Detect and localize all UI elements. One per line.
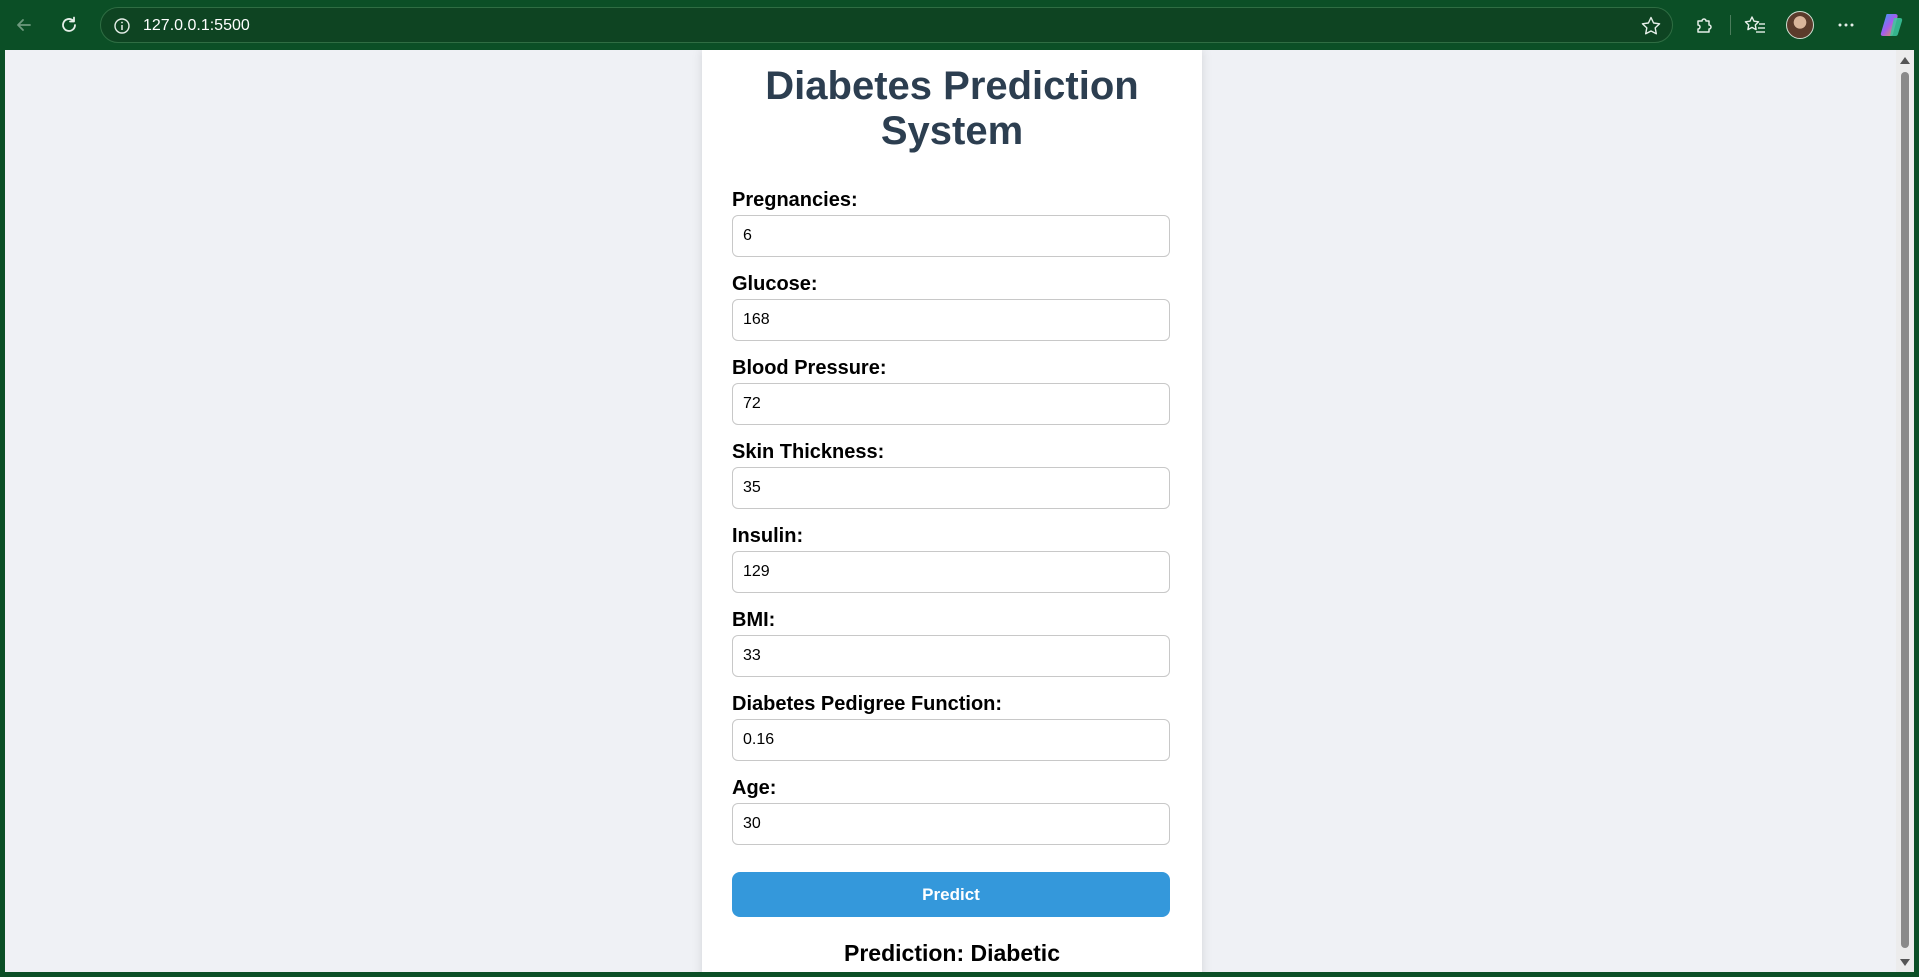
field-diabetes-pedigree-function: Diabetes Pedigree Function: xyxy=(732,692,1170,776)
back-button[interactable] xyxy=(8,9,40,41)
scrollbar-thumb[interactable] xyxy=(1901,72,1909,948)
skin-thickness-input[interactable] xyxy=(732,467,1170,509)
field-glucose: Glucose: xyxy=(732,272,1170,356)
copilot-icon[interactable] xyxy=(1878,11,1906,39)
predict-button[interactable]: Predict xyxy=(732,872,1170,917)
prediction-card: Diabetes Prediction System Pregnancies: … xyxy=(702,50,1202,972)
page-viewport: Diabetes Prediction System Pregnancies: … xyxy=(5,50,1896,972)
field-bmi: BMI: xyxy=(732,608,1170,692)
insulin-label: Insulin: xyxy=(732,525,804,547)
bmi-input[interactable] xyxy=(732,635,1170,677)
favorite-star-icon[interactable] xyxy=(1640,15,1662,37)
skin-thickness-label: Skin Thickness: xyxy=(732,441,885,463)
favorites-button[interactable] xyxy=(1739,9,1771,41)
scroll-up-arrow-icon[interactable] xyxy=(1900,57,1910,64)
field-age: Age: xyxy=(732,776,1170,860)
url-text[interactable]: 127.0.0.1:5500 xyxy=(143,17,250,35)
prediction-form: Pregnancies: Glucose: Blood Pressure: Sk… xyxy=(732,188,1170,860)
prediction-result: Prediction: Diabetic xyxy=(844,940,1060,966)
site-info-icon[interactable] xyxy=(113,17,131,35)
toolbar-separator xyxy=(1730,15,1731,35)
browser-toolbar: 127.0.0.1:5500 xyxy=(0,0,1919,50)
pregnancies-input[interactable] xyxy=(732,215,1170,257)
field-blood-pressure: Blood Pressure: xyxy=(732,356,1170,440)
blood-pressure-label: Blood Pressure: xyxy=(732,357,887,379)
puzzle-icon xyxy=(1697,18,1712,33)
page-scrollbar[interactable] xyxy=(1896,50,1914,972)
glucose-input[interactable] xyxy=(732,299,1170,341)
age-input[interactable] xyxy=(732,803,1170,845)
diabetes-pedigree-function-input[interactable] xyxy=(732,719,1170,761)
diabetes-pedigree-function-label: Diabetes Pedigree Function: xyxy=(732,693,1003,715)
pregnancies-label: Pregnancies: xyxy=(732,189,858,211)
field-skin-thickness: Skin Thickness: xyxy=(732,440,1170,524)
bmi-label: BMI: xyxy=(732,609,776,631)
profile-avatar[interactable] xyxy=(1786,11,1814,39)
blood-pressure-input[interactable] xyxy=(732,383,1170,425)
field-insulin: Insulin: xyxy=(732,524,1170,608)
refresh-icon xyxy=(62,16,76,32)
page-title: Diabetes Prediction System xyxy=(765,64,1139,153)
back-arrow-icon xyxy=(17,19,31,31)
more-dots-icon xyxy=(1838,23,1854,27)
extensions-button[interactable] xyxy=(1688,9,1720,41)
field-pregnancies: Pregnancies: xyxy=(732,188,1170,272)
address-bar[interactable]: 127.0.0.1:5500 xyxy=(100,7,1673,43)
more-options-button[interactable] xyxy=(1830,9,1862,41)
favorites-list-icon xyxy=(1744,16,1765,33)
scroll-down-arrow-icon[interactable] xyxy=(1900,959,1910,966)
glucose-label: Glucose: xyxy=(732,273,818,295)
insulin-input[interactable] xyxy=(732,551,1170,593)
refresh-button[interactable] xyxy=(53,9,85,41)
age-label: Age: xyxy=(732,777,777,799)
